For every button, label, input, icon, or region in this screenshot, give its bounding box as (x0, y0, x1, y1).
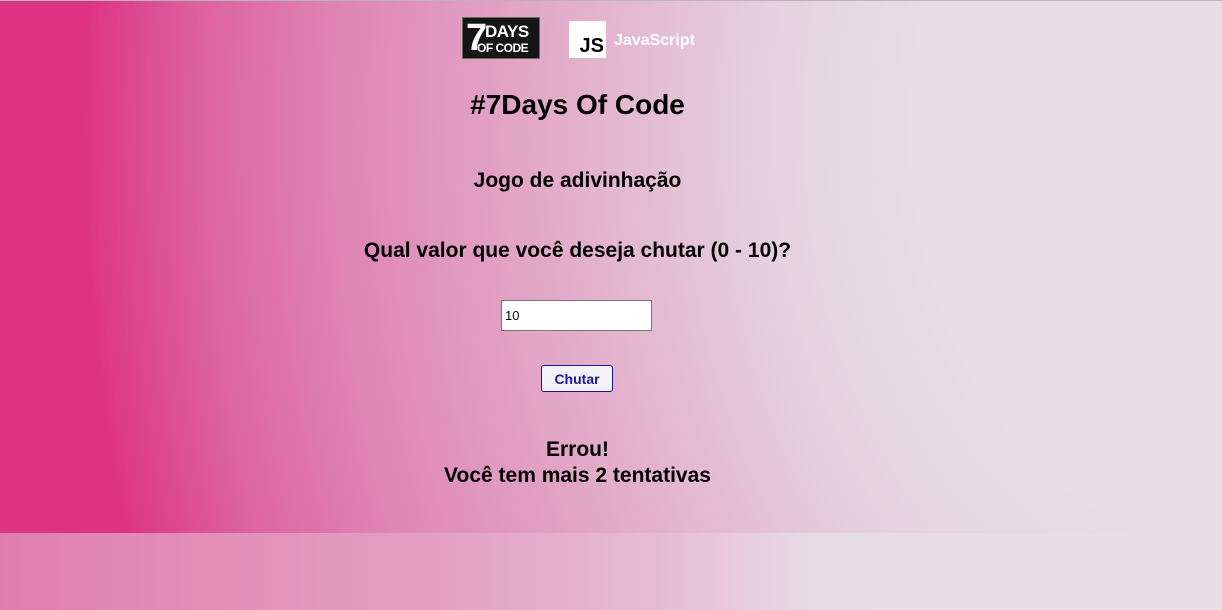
guess-question: Qual valor que você deseja chutar (0 - 1… (363, 239, 792, 262)
attempts-remaining: Você tem mais 2 tentativas (444, 464, 711, 487)
javascript-logo-icon: JS (569, 21, 606, 58)
javascript-label: JavaScript (614, 32, 695, 49)
seven-days-of-code-logo: 7 DAYS OF CODE (462, 17, 540, 59)
game-subtitle: Jogo de adivinhação (473, 169, 682, 192)
result-message: Errou! Você tem mais 2 tentativas (0, 437, 1155, 489)
guess-submit-button[interactable]: Chutar (541, 365, 613, 392)
guess-input[interactable] (501, 300, 652, 331)
page-title: #7Days Of Code (470, 89, 685, 120)
main-panel: 7 DAYS OF CODE JS JavaScript #7Days Of C… (0, 1, 1222, 533)
header-logos: 7 DAYS OF CODE JS JavaScript (462, 17, 702, 62)
result-status: Errou! (546, 438, 609, 461)
